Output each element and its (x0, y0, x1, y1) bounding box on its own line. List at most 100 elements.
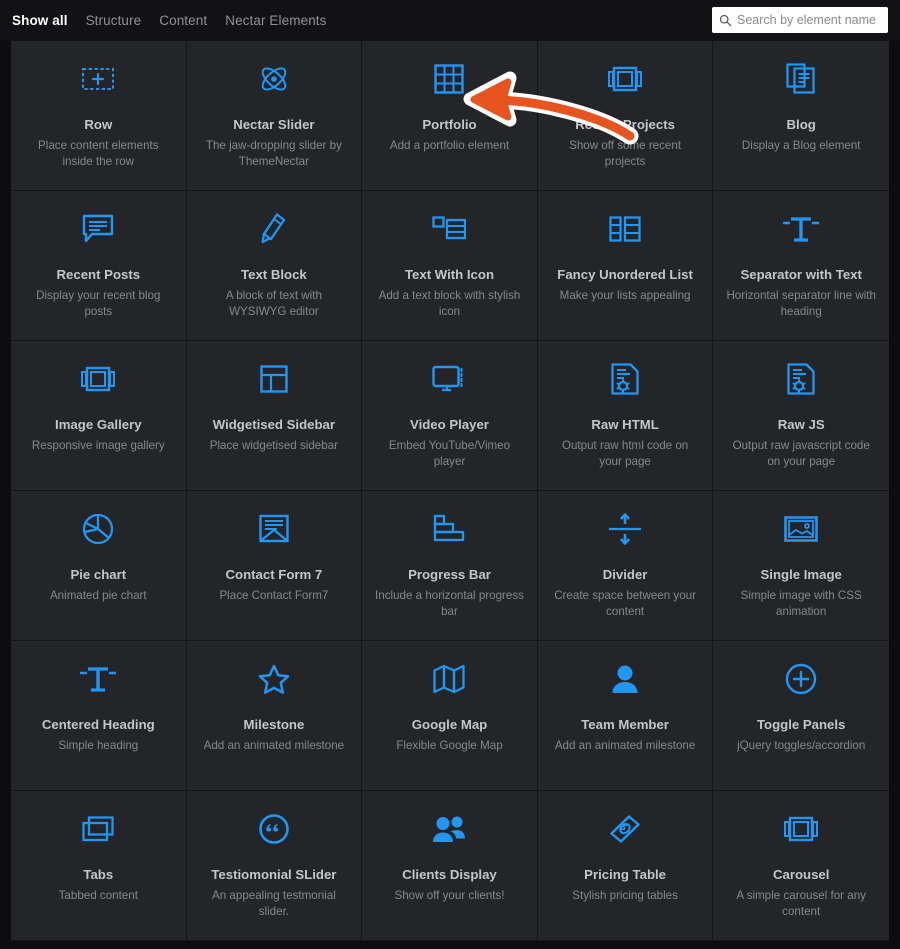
element-card[interactable]: Progress Bar Include a horizontal progres… (362, 491, 538, 641)
element-card-description: Animated pie chart (49, 588, 147, 602)
sidebar-layout-icon (260, 341, 288, 417)
element-card-description: Show off some recent projects (569, 138, 682, 169)
monitor-icon (432, 341, 466, 417)
element-card[interactable]: Nectar Slider The jaw-dropping slider by … (186, 41, 363, 191)
element-card-title: Carousel (772, 867, 830, 882)
element-card-description: Add an animated milestone (554, 738, 696, 752)
element-card-description: A block of text with WYSIWYG editor (225, 288, 322, 319)
element-card-title: Raw JS (777, 417, 825, 432)
elements-grid-container: Row Place content elements inside the row… (0, 40, 900, 941)
element-card-description: Place widgetised sidebar (209, 438, 339, 452)
element-card[interactable]: Testiomonial SLider An appealing testmoni… (186, 791, 363, 941)
element-card[interactable]: Pricing Table Stylish pricing tables (537, 791, 714, 941)
element-card[interactable]: Tabs Tabbed content (11, 791, 187, 941)
element-card[interactable]: Widgetised Sidebar Place widgetised sideb… (186, 341, 363, 491)
element-card-title: Recent Projects (575, 117, 675, 132)
element-card-title: Text Block (241, 267, 307, 282)
element-card[interactable]: Row Place content elements inside the row (11, 41, 187, 191)
element-card[interactable]: Google Map Flexible Google Map (362, 641, 538, 791)
money-tag-icon (609, 791, 641, 867)
slide-frame-icon (81, 341, 116, 417)
element-card-title: Portfolio (422, 117, 477, 132)
element-card-title: Testiomonial SLider (211, 867, 337, 882)
element-card[interactable]: Centered Heading Simple heading (11, 641, 187, 791)
element-card-title: Nectar Slider (233, 117, 315, 132)
element-card[interactable]: Single Image Simple image with CSS animat… (713, 491, 889, 641)
element-card-description: Output raw html code on your page (561, 438, 689, 469)
element-card-title: Image Gallery (55, 417, 142, 432)
element-card[interactable]: Separator with Text Horizontal separator … (713, 191, 889, 341)
tab-show-all[interactable]: Show all (12, 13, 68, 28)
element-card[interactable]: Text With Icon Add a text block with styl… (362, 191, 538, 341)
element-card-description: Include a horizontal progress bar (375, 588, 524, 619)
element-card[interactable]: Team Member Add an animated milestone (537, 641, 714, 791)
element-card[interactable]: Video Player Embed YouTube/Vimeo player (362, 341, 538, 491)
element-card-title: Centered Heading (41, 717, 155, 732)
element-card[interactable]: Recent Projects Show off some recent proj… (537, 41, 714, 191)
element-card-title: Text With Icon (404, 267, 494, 282)
element-card[interactable]: Raw HTML Output raw html code on your pag… (537, 341, 714, 491)
tab-structure[interactable]: Structure (86, 13, 142, 28)
element-card[interactable]: Divider Create space between your content (537, 491, 714, 641)
element-card-title: Progress Bar (408, 567, 491, 582)
filter-tabs: Show all Structure Content Nectar Elemen… (12, 13, 327, 28)
element-card-description: Horizontal separator line with heading (726, 288, 876, 319)
elements-grid: Row Place content elements inside the row… (11, 40, 889, 941)
element-card[interactable]: Toggle Panels jQuery toggles/accordion (713, 641, 889, 791)
element-card[interactable]: Image Gallery Responsive image gallery (11, 341, 187, 491)
element-card[interactable]: Contact Form 7 Place Contact Form7 (186, 491, 363, 641)
element-card-description: Stylish pricing tables (572, 888, 678, 902)
element-card-title: Fancy Unordered List (557, 267, 693, 282)
text-with-icon-icon (432, 191, 467, 267)
element-card-title: Recent Posts (56, 267, 141, 282)
list-columns-icon (609, 191, 641, 267)
map-icon (433, 641, 466, 717)
pencil-icon (261, 191, 287, 267)
element-card-description: Simple heading (58, 738, 139, 752)
element-card-description: Place Contact Form7 (219, 588, 329, 602)
element-card-description: An appealing testmonial slider. (212, 888, 336, 919)
search-box[interactable] (712, 7, 888, 33)
element-card[interactable]: Pie chart Animated pie chart (11, 491, 187, 641)
element-card[interactable]: Clients Display Show off your clients! (362, 791, 538, 941)
element-card[interactable]: Recent Posts Display your recent blog pos… (11, 191, 187, 341)
element-card[interactable]: Text Block A block of text with WYSIWYG e… (186, 191, 363, 341)
quote-circle-icon (259, 791, 289, 867)
search-input[interactable] (737, 13, 881, 27)
element-card[interactable]: Blog Display a Blog element (713, 41, 889, 191)
element-card-description: Add a portfolio element (389, 138, 510, 152)
grid-table-icon (434, 41, 465, 117)
element-card-title: Blog (786, 117, 816, 132)
slide-frame-icon (784, 791, 819, 867)
element-card-description: Display a Blog element (741, 138, 861, 152)
dashed-square-plus-icon (81, 41, 115, 117)
picture-frame-icon (784, 491, 818, 567)
element-card-title: Widgetised Sidebar (212, 417, 336, 432)
element-card-title: Google Map (411, 717, 488, 732)
element-card[interactable]: Carousel A simple carousel for any conten… (713, 791, 889, 941)
element-card[interactable]: Portfolio Add a portfolio element (362, 41, 538, 191)
bar-steps-icon (433, 491, 465, 567)
star-icon (258, 641, 290, 717)
pie-chart-icon (82, 491, 114, 567)
element-card-description: Flexible Google Map (396, 738, 503, 752)
divider-arrows-icon (608, 491, 642, 567)
element-card-title: Raw HTML (591, 417, 659, 432)
element-card-title: Separator with Text (740, 267, 862, 282)
separator-t-icon (783, 191, 820, 267)
person-icon (611, 641, 639, 717)
element-card-description: Show off your clients! (394, 888, 505, 902)
element-card[interactable]: Fancy Unordered List Make your lists appe… (537, 191, 714, 341)
element-card[interactable]: Raw JS Output raw javascript code on your… (713, 341, 889, 491)
tab-content[interactable]: Content (159, 13, 207, 28)
element-card[interactable]: Milestone Add an animated milestone (186, 641, 363, 791)
tab-nectar-elements[interactable]: Nectar Elements (225, 13, 326, 28)
speech-bubble-icon (82, 191, 114, 267)
element-card-title: Contact Form 7 (225, 567, 323, 582)
element-card-description: The jaw-dropping slider by ThemeNectar (205, 138, 342, 169)
element-card-title: Single Image (760, 567, 842, 582)
element-card-title: Milestone (243, 717, 305, 732)
code-file-icon (787, 341, 815, 417)
people-icon (432, 791, 466, 867)
element-card-description: Embed YouTube/Vimeo player (388, 438, 511, 469)
